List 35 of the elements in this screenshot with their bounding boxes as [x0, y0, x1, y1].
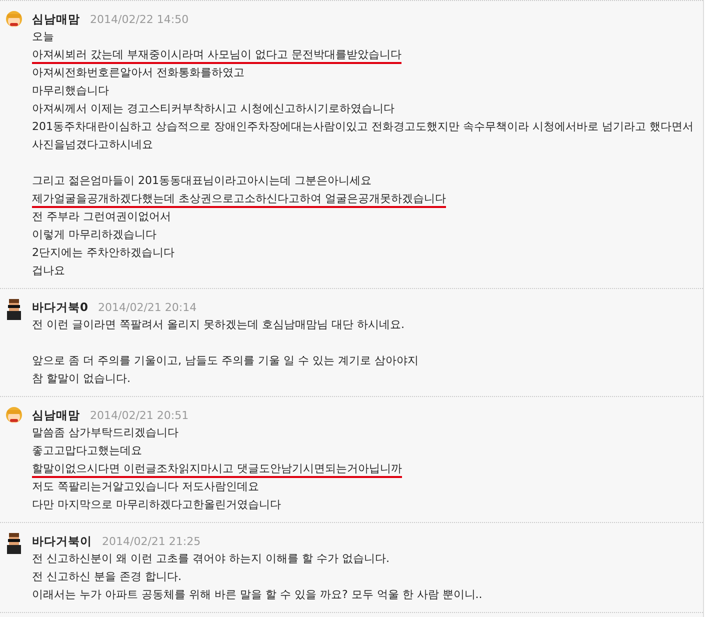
comment-text: 말씀좀 삼가부탁드리겠습니다 [32, 425, 180, 441]
man-avatar-icon [4, 532, 24, 554]
comment-text: 이렇게 마무리하겠습니다 [32, 227, 158, 243]
author-name: 심남매맘 [32, 408, 80, 422]
comment-date: 2014/02/21 21:25 [102, 534, 201, 548]
comment-text: 전 이런 글이라면 쪽팔려서 올리지 못하겠는데 호심남매맘님 대단 하시네요. [32, 317, 406, 333]
comment-text: 마무리했습니다 [32, 83, 110, 99]
comment-text: 아져씨뵈러 갔는데 부재중이시라며 사모님이 없다고 문전박대를받았습니다 [32, 47, 402, 63]
author-name: 바다거북0 [32, 300, 88, 314]
comment-text: 아져씨전화번호른알아서 전화통화를하였고 [32, 65, 246, 81]
comment-date: 2014/02/22 14:50 [90, 12, 189, 26]
comment-text: 201동주차대란이심하고 상습적으로 장애인주차장에대는사람이있고 전화경고도했지만 속수무책이라 시청에서바로 넘기라고 했다면서 사진을넘겼다고하시네요 [32, 119, 694, 153]
comment-date: 2014/02/21 20:14 [98, 300, 197, 314]
comment-text: 다만 마지막으로 마무리하겠다고한올린거였습니다 [32, 497, 282, 513]
comment-text: 전 신고하신 분을 존경 합니다. [32, 569, 182, 585]
comment-text: 2단지에는 주차안하겠습니다 [32, 245, 176, 261]
comment-text: 참 할말이 없습니다. [32, 371, 132, 387]
comment-text: 겁나요 [32, 263, 66, 279]
girl-avatar-icon [4, 406, 24, 426]
comment-text: 이래서는 누가 아파트 공동체를 위해 바른 말을 할 수 있을 까요? 모두 억울 한 사람 뿐이니.. [32, 587, 484, 603]
comment-text: 그리고 젊은엄마들이 201동동대표님이라고아시는데 그분은아니세요 [32, 173, 372, 189]
comment-text: 저도 쪽팔리는거알고있습니다 저도사람인데요 [32, 479, 260, 495]
comment-text: 제가얼굴을공개하겠다했는데 초상권으로고소하신다고하여 얼굴은공개못하겠습니다 [32, 191, 447, 207]
comment-date: 2014/02/21 20:51 [90, 408, 189, 422]
comment-text: 오늘 [32, 29, 55, 45]
comment-text: 아져씨께서 이제는 경고스티커부착하시고 시청에신고하시기로하였습니다 [32, 101, 396, 117]
girl-avatar-icon [4, 10, 24, 30]
comment-text: 할말이없으시다면 이런글조차읽지마시고 댓글도안남기시면되는거아닙니까 [32, 461, 403, 477]
comment-text: 전 주부라 그런여권이없어서 [32, 209, 172, 225]
man-avatar-icon [4, 298, 24, 320]
comment-text: 앞으로 좀 더 주의를 기울이고, 남들도 주의를 기울 일 수 있는 계기로 삼아야지 [32, 353, 420, 369]
author-name: 바다거북이 [32, 534, 92, 548]
comment-text: 전 신고하신분이 왜 이런 고초를 겪어야 하는지 이해를 할 수가 없습니다. [32, 551, 390, 567]
author-name: 심남매맘 [32, 12, 80, 26]
comment-text: 좋고고맙다고했는데요 [32, 443, 143, 459]
